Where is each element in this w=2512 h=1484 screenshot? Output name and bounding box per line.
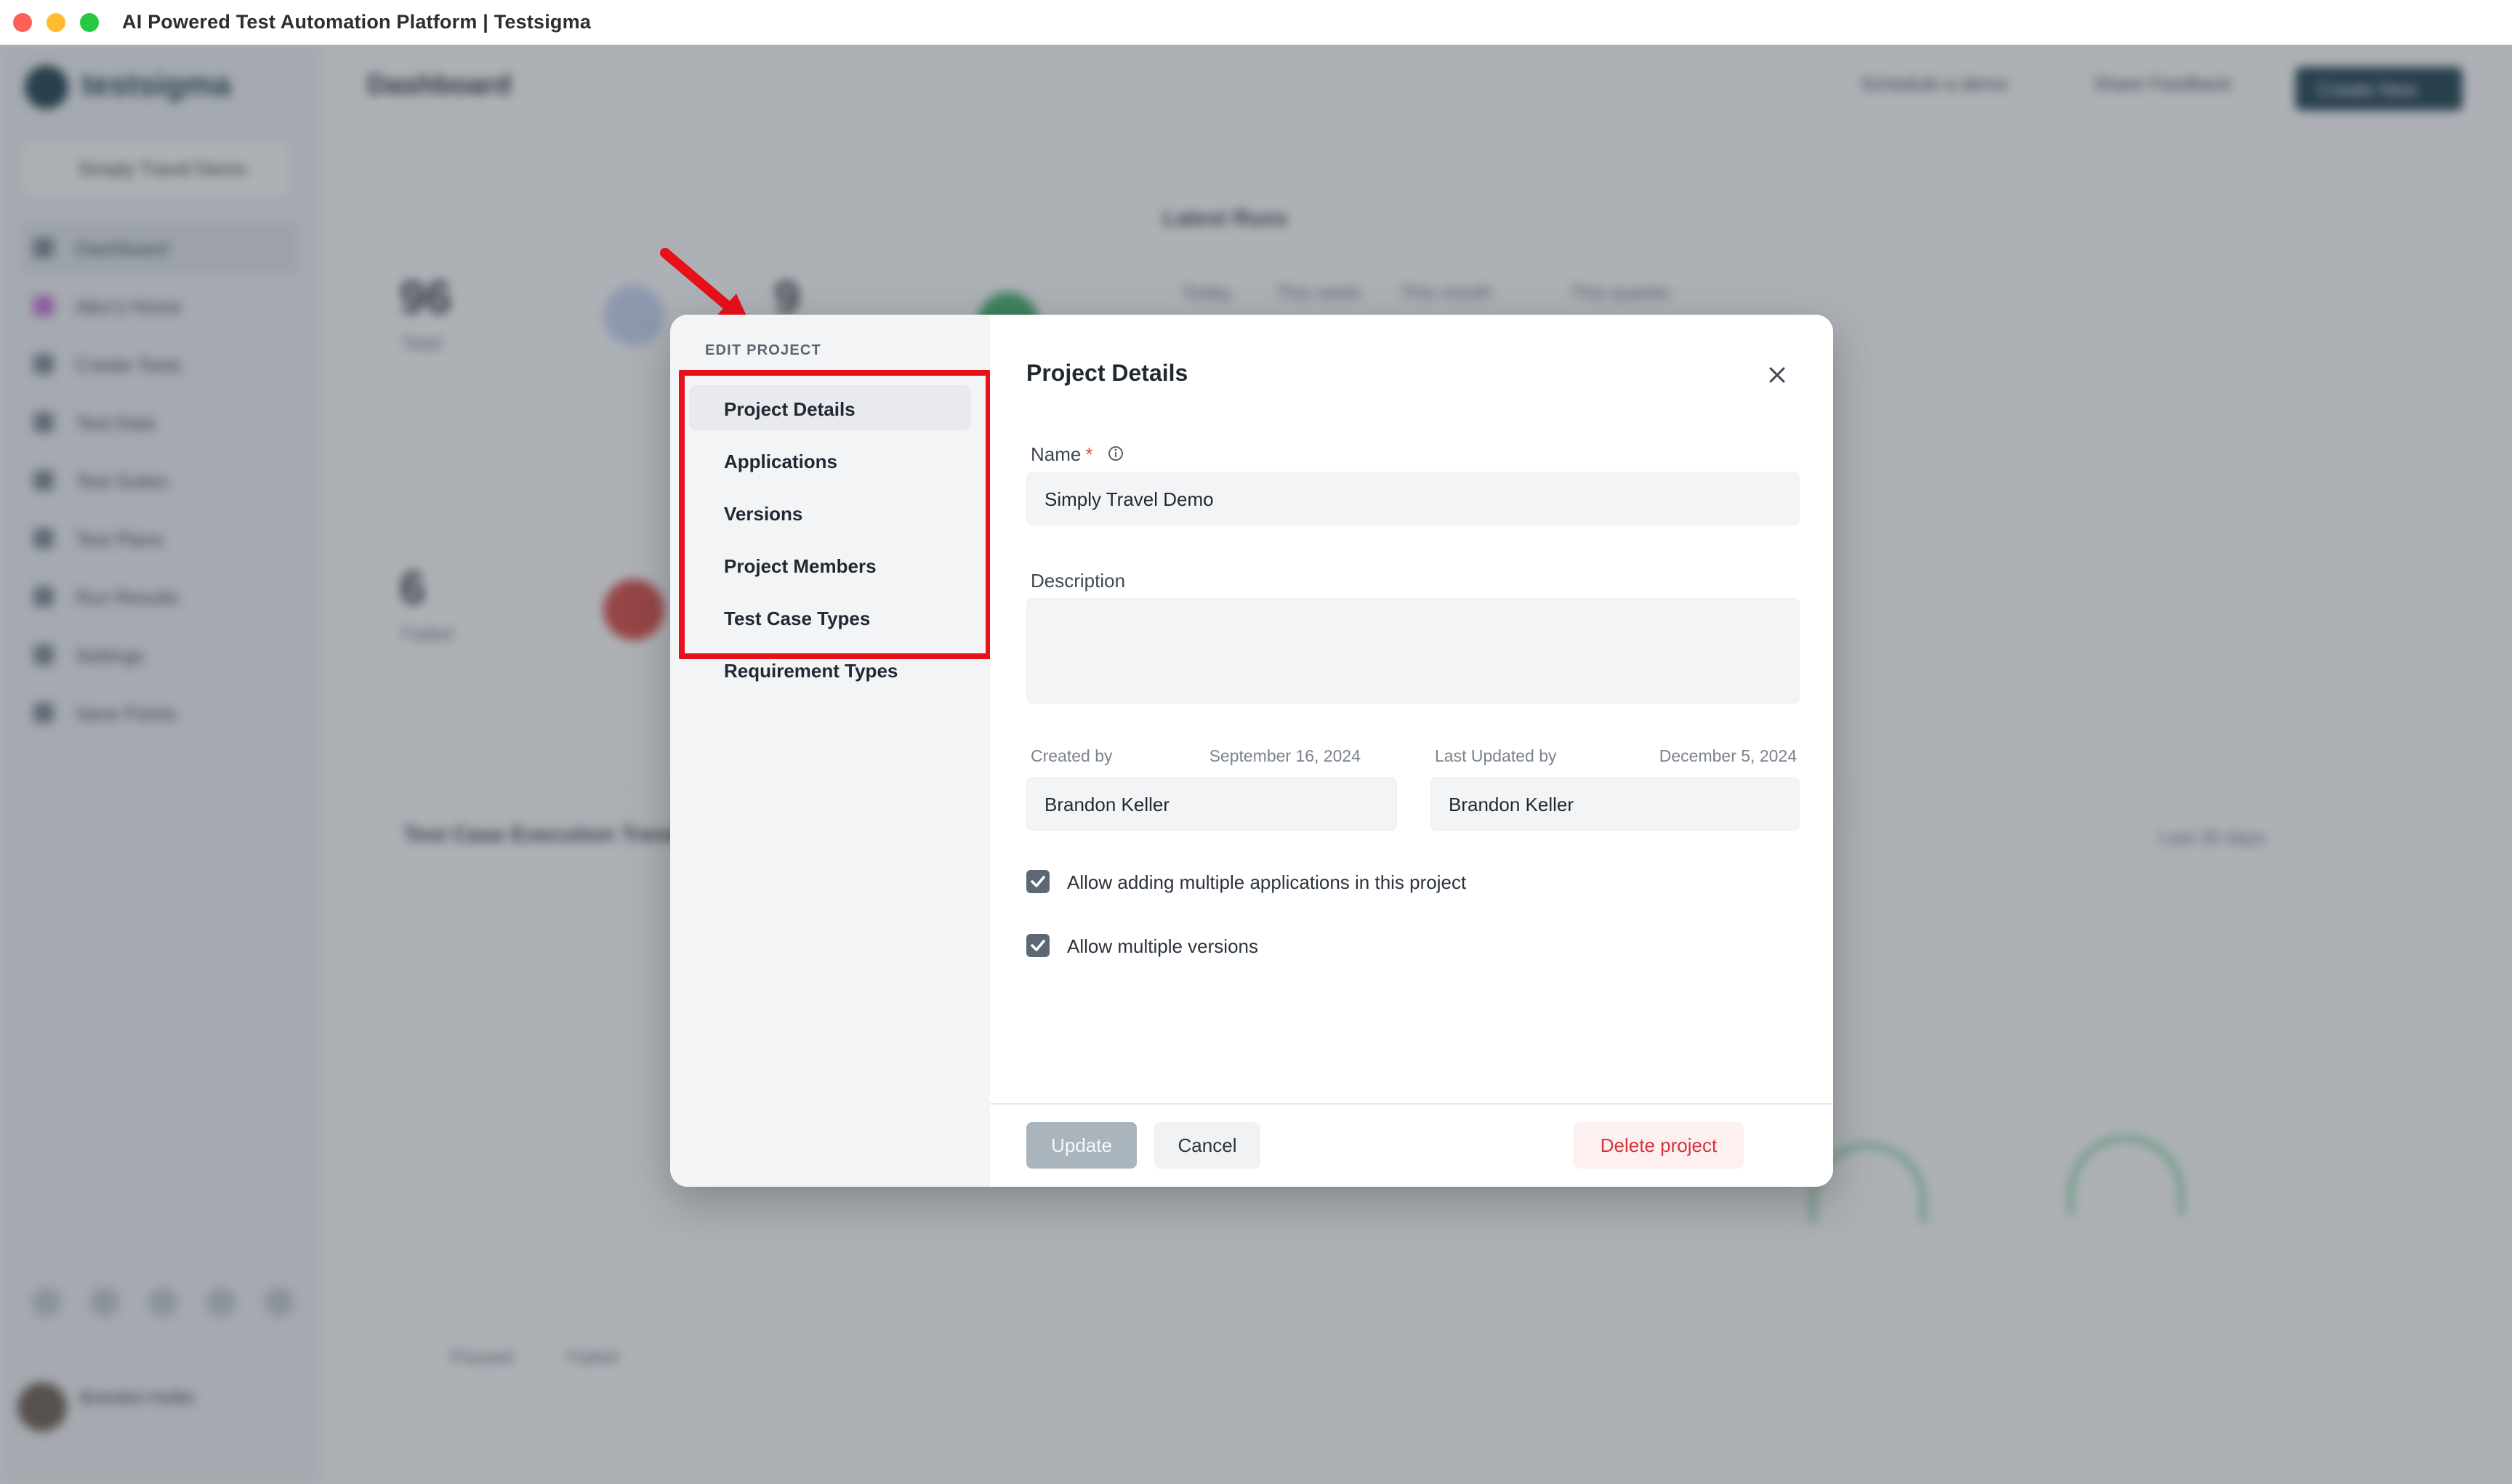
project-details-panel: Project Details Name * Simply Travel Demo… (990, 315, 1833, 1187)
created-date: September 16, 2024 (1209, 746, 1361, 765)
app-window: AI Powered Test Automation Platform | Te… (0, 0, 2512, 1484)
multi-apps-label[interactable]: Allow adding multiple applications in th… (1067, 871, 1466, 894)
updated-by-value: Brandon Keller (1449, 794, 1574, 815)
modal-title: Project Details (1026, 360, 1188, 386)
delete-project-button[interactable]: Delete project (1574, 1122, 1744, 1169)
cancel-button[interactable]: Cancel (1154, 1122, 1260, 1169)
created-by-value: Brandon Keller (1044, 794, 1170, 815)
multi-versions-label[interactable]: Allow multiple versions (1067, 935, 1258, 958)
window-title: AI Powered Test Automation Platform | Te… (122, 11, 592, 33)
close-icon[interactable] (1762, 360, 1792, 390)
checkmark-icon (1031, 940, 1045, 951)
tab-versions[interactable]: Versions (689, 490, 971, 535)
description-textarea[interactable] (1026, 598, 1800, 703)
checkmark-icon (1031, 876, 1045, 887)
maximize-window-button[interactable] (80, 13, 99, 32)
created-by-label: Created by (1031, 746, 1113, 765)
created-by-field: Brandon Keller (1026, 777, 1397, 831)
multi-apps-checkbox[interactable] (1026, 870, 1050, 893)
tab-project-details[interactable]: Project Details (689, 385, 971, 430)
tab-requirement-types[interactable]: Requirement Types (689, 647, 971, 692)
name-label: Name * (1031, 443, 1124, 466)
edit-project-sidebar: EDIT PROJECT Project Details Application… (670, 315, 991, 1187)
updated-by-field: Brandon Keller (1430, 777, 1800, 831)
footer-divider (990, 1103, 1833, 1105)
edit-project-heading: EDIT PROJECT (705, 342, 821, 358)
update-button[interactable]: Update (1026, 1122, 1137, 1169)
edit-project-modal: EDIT PROJECT Project Details Application… (670, 315, 1833, 1187)
tab-applications[interactable]: Applications (689, 437, 971, 483)
close-window-button[interactable] (13, 13, 32, 32)
project-name-value: Simply Travel Demo (1044, 488, 1214, 510)
updated-date: December 5, 2024 (1659, 746, 1797, 765)
title-bar: AI Powered Test Automation Platform | Te… (0, 0, 2512, 45)
required-indicator: * (1085, 443, 1093, 465)
description-label: Description (1031, 570, 1126, 592)
multi-versions-checkbox[interactable] (1026, 934, 1050, 957)
project-name-input[interactable]: Simply Travel Demo (1026, 472, 1800, 525)
info-icon[interactable] (1107, 445, 1124, 462)
updated-by-label: Last Updated by (1435, 746, 1557, 765)
minimize-window-button[interactable] (47, 13, 65, 32)
tab-project-members[interactable]: Project Members (689, 542, 971, 587)
tab-test-case-types[interactable]: Test Case Types (689, 594, 971, 640)
name-label-text: Name (1031, 443, 1082, 465)
